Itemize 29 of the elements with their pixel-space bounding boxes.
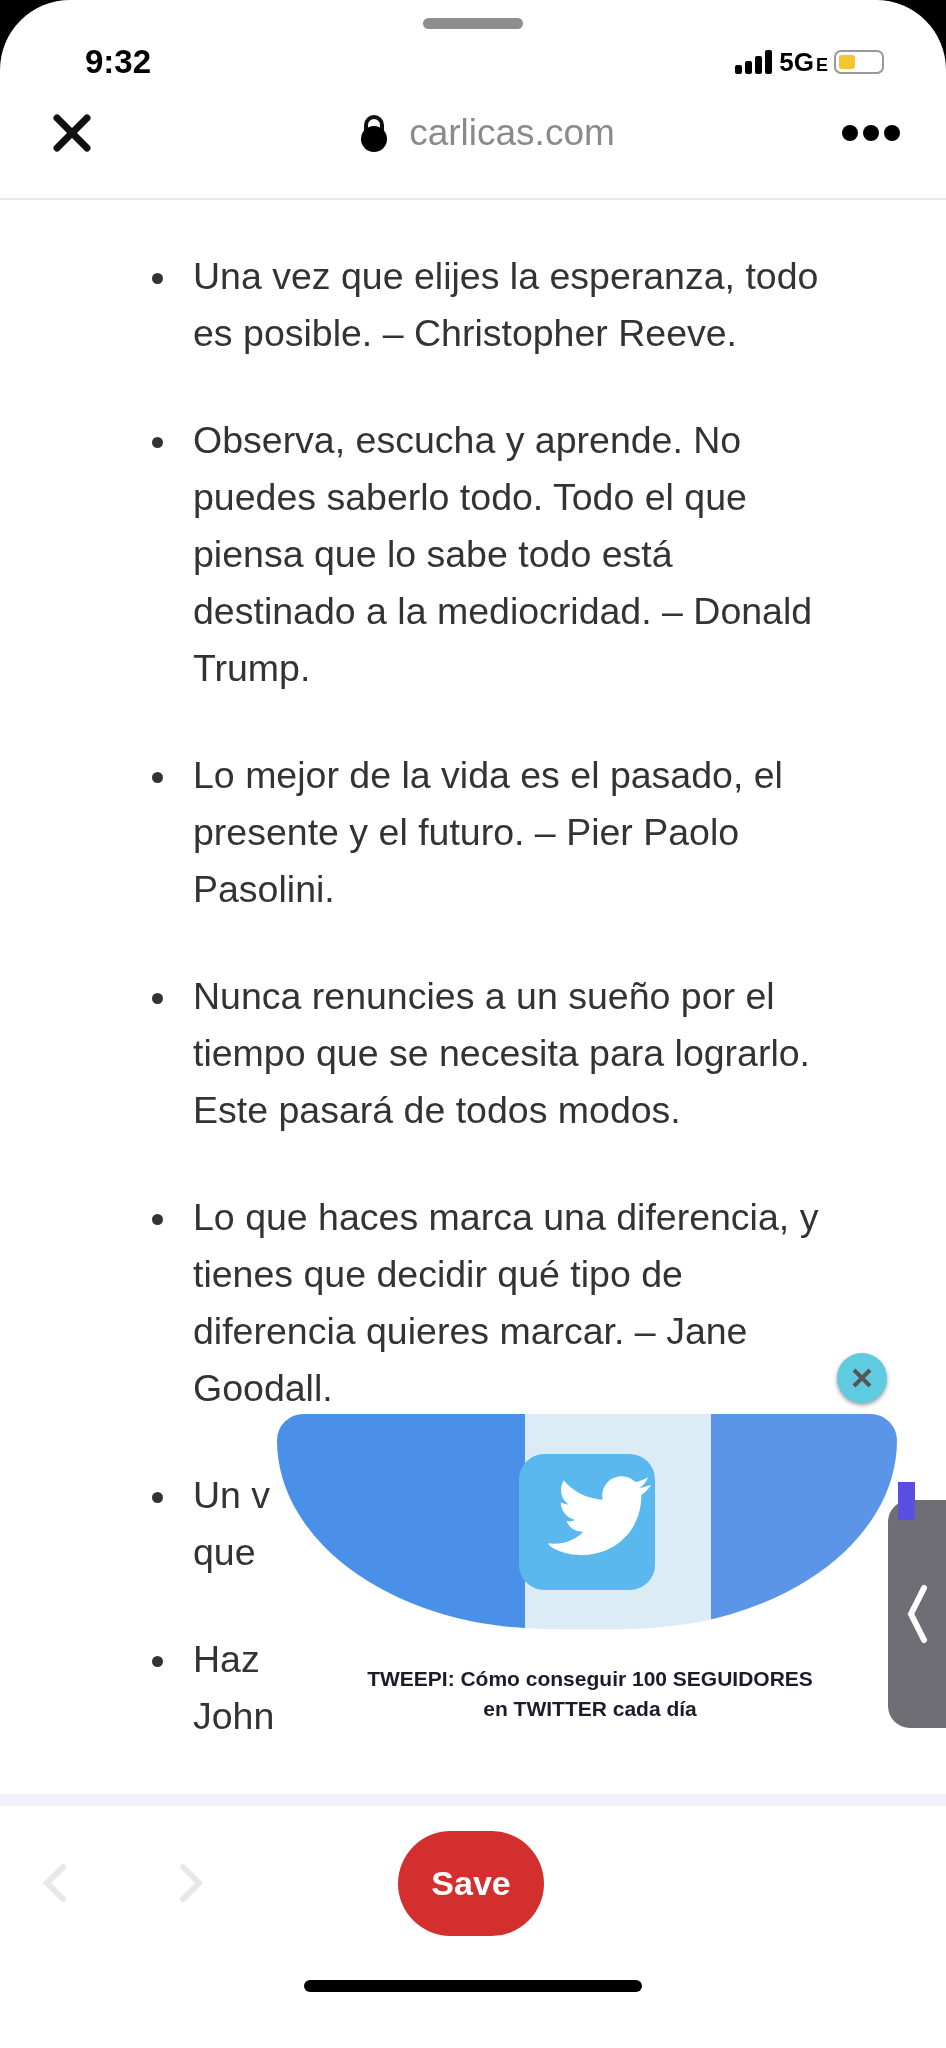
quote-text: Haz John [193,1637,275,1739]
quote-text: Una vez que elijes la esperanza, todo es posible. – Christopher Reeve. [193,254,819,356]
close-icon [850,1366,874,1390]
url-text[interactable]: carlicas.com [409,112,615,154]
more-icon[interactable] [842,125,900,141]
quote-text: Lo mejor de la vida es el pasado, el presente y el futuro. – Pier Paolo Pasolini. [193,753,783,912]
bullet-icon [152,772,163,783]
video-caption[interactable]: TWEEPI: Cómo conseguir 100 SEGUIDORES en TWITTER cada día [300,1664,880,1724]
save-button[interactable]: Save [398,1830,544,1936]
bullet-icon [152,437,163,448]
bullet-icon [152,1214,163,1225]
quote-text: Nunca renuncies a un sueño por el tiempo que se necesita para lograrlo. Este pasará de todos modos. [193,974,811,1133]
battery-icon [834,50,884,74]
side-tab[interactable] [888,1500,946,1728]
network-type: 5G E [779,46,828,78]
bullet-icon [152,1492,163,1503]
quote-text: Observa, escucha y aprende. No puedes saberlo todo. Todo el que piensa que lo sabe todo está destinado a la mediocridad. – Donald Trump. [193,418,813,691]
close-button[interactable] [837,1353,887,1403]
bullet-icon [152,1656,163,1667]
bird-logo-icon [519,1453,655,1590]
bullet-icon [152,993,163,1004]
signal-icon [735,50,774,74]
side-marker [898,1482,915,1520]
bullet-icon [152,273,163,284]
status-time: 9:32 [85,43,152,81]
chevron-left-icon [906,1584,928,1644]
quote-text: Lo que haces marca una diferencia, y tienes que decidir qué tipo de diferencia quieres marcar. – Jane Goodall. [193,1195,819,1411]
close-icon[interactable] [52,113,92,153]
quote-text: Un v que [193,1473,271,1575]
